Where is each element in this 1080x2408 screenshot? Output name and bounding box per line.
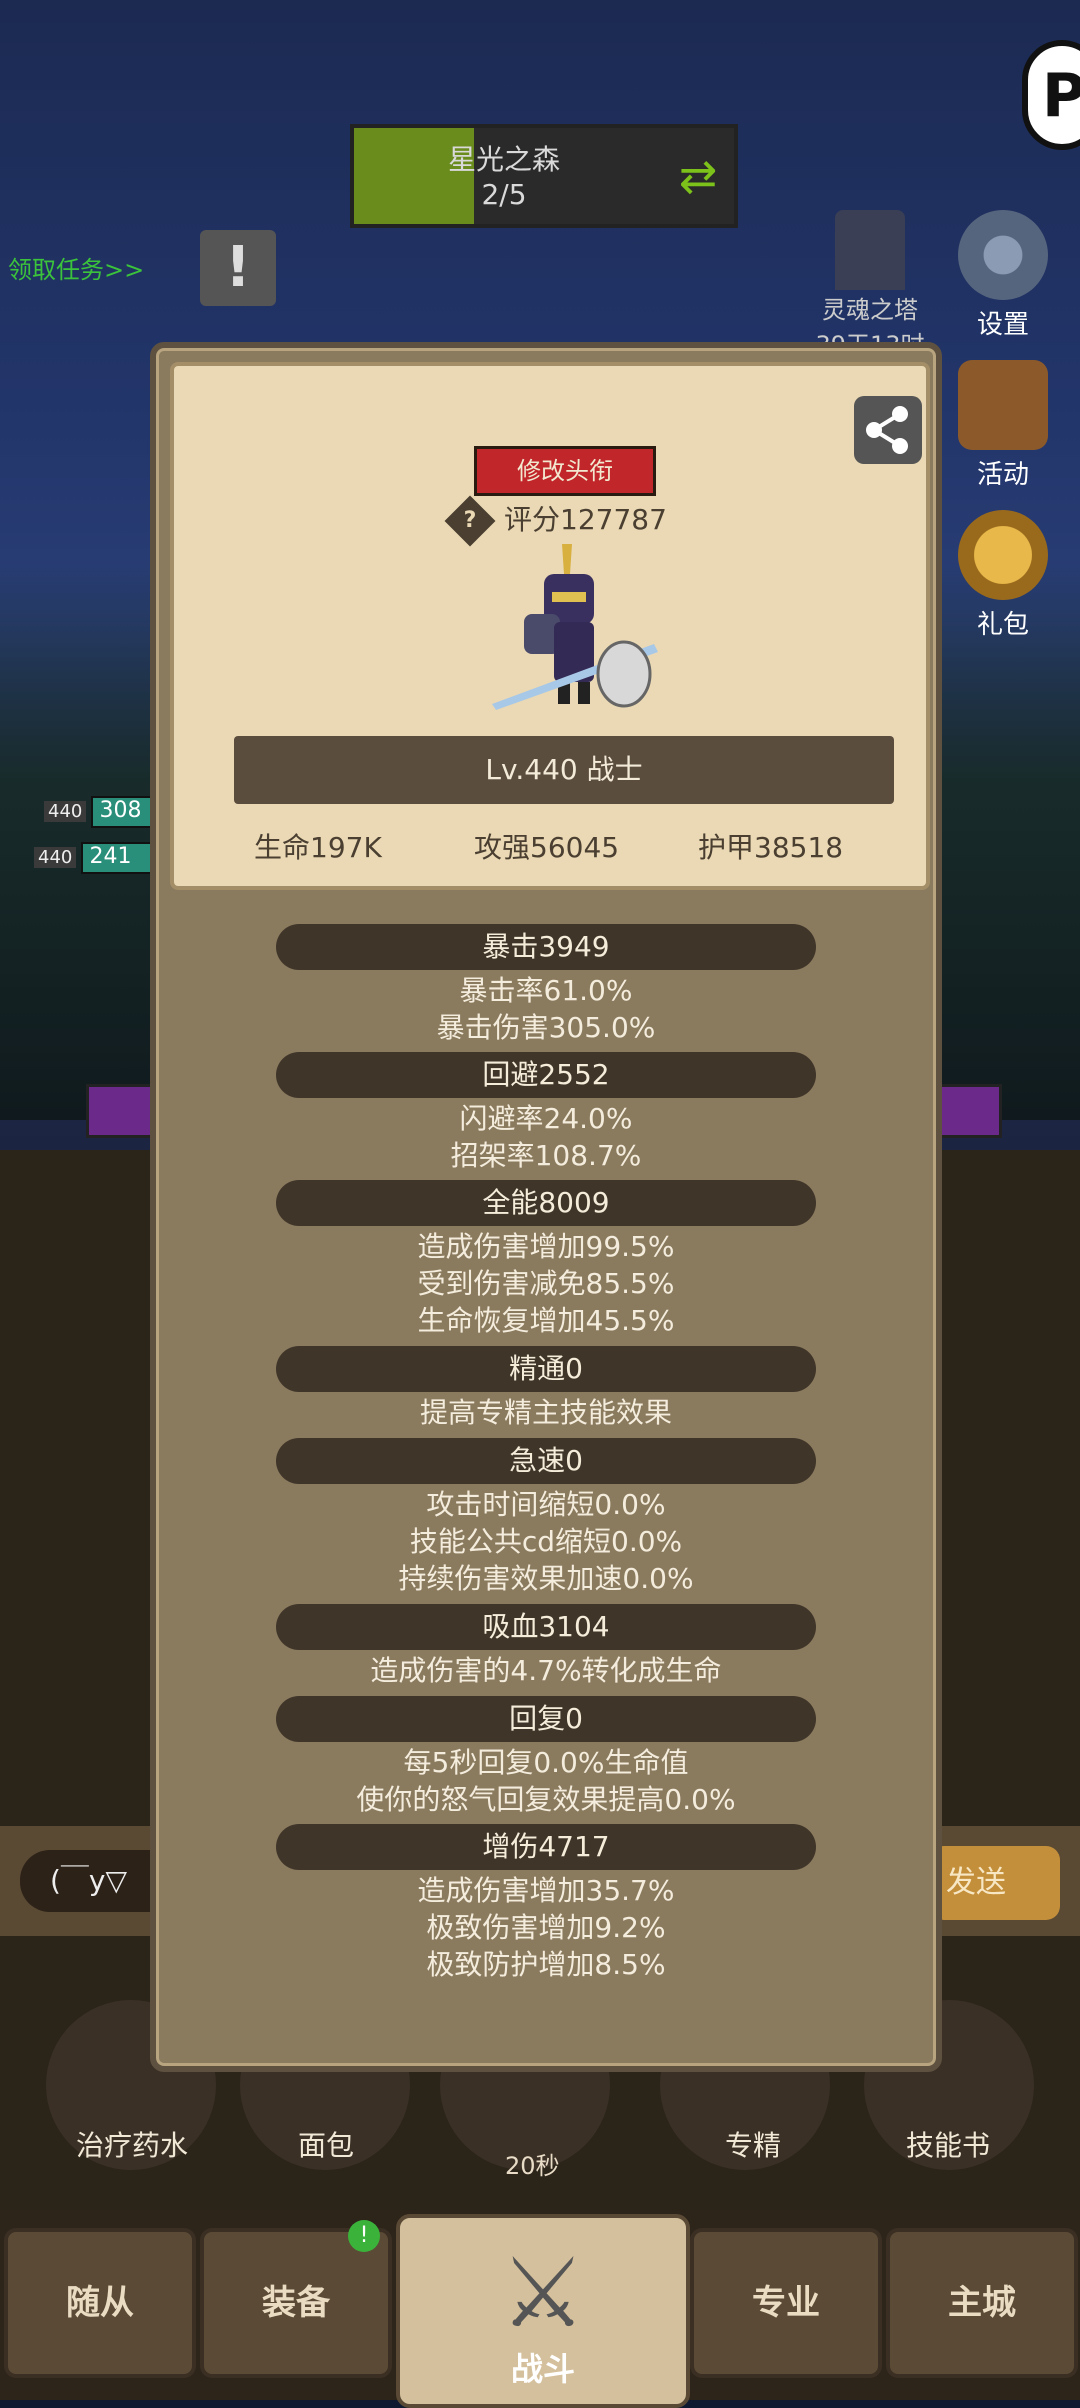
claim-quest-link[interactable]: 领取任务>> — [8, 250, 144, 285]
warrior-avatar — [492, 544, 658, 710]
stat-section-header: 全能8009 — [276, 1180, 816, 1226]
refresh-icon[interactable]: ⇄ — [672, 150, 724, 202]
activity-label: 活动 — [976, 460, 1029, 490]
potion-label: 治疗药水 — [75, 2129, 188, 2162]
stat-detail: 使你的怒气回复效果提高0.0% — [356, 1783, 736, 1816]
character-stats-popup: 修改头衔 ? 评分127787 Lv.440 战士 生命197K 攻强56045 … — [150, 342, 942, 2072]
stat-section-header: 回避2552 — [276, 1052, 816, 1098]
stat-section-header: 精通0 — [276, 1346, 816, 1392]
skillbook-label: 技能书 — [905, 2129, 990, 2162]
tower-name: 灵魂之塔 — [822, 296, 918, 324]
stat-detail: 造成伤害增加99.5% — [417, 1230, 675, 1263]
gear-icon — [958, 210, 1048, 300]
tab-main-city[interactable]: 主城 — [886, 2228, 1078, 2378]
tab-battle[interactable]: ⚔ 战斗 — [396, 2214, 690, 2408]
stage-progress-bar[interactable]: 星光之森 2/5 ⇄ — [350, 124, 738, 228]
stat-detail: 造成伤害增加35.7% — [417, 1874, 675, 1907]
party-level: 440 — [44, 800, 87, 822]
stage-progress-count: 2/5 — [481, 178, 527, 211]
stat-detail: 提高专精主技能效果 — [419, 1396, 672, 1429]
tab-followers[interactable]: 随从 — [4, 2228, 196, 2378]
gift-icon — [958, 510, 1048, 600]
activity-button[interactable]: 活动 — [948, 360, 1058, 491]
mastery-label: 专精 — [724, 2129, 781, 2162]
tab-battle-label: 战斗 — [510, 2350, 575, 2388]
gift-label: 礼包 — [976, 610, 1029, 640]
stat-section-header: 回复0 — [276, 1696, 816, 1742]
crossed-swords-icon: ⚔ — [499, 2237, 587, 2349]
stat-detail: 每5秒回复0.0%生命值 — [403, 1746, 689, 1779]
score-text: 评分127787 — [504, 503, 667, 536]
stat-detail: 持续伤害效果加速0.0% — [398, 1562, 694, 1595]
stat-detail: 招架率108.7% — [450, 1139, 642, 1172]
stat-detail: 造成伤害的4.7%转化成生命 — [370, 1654, 722, 1687]
stat-detail: 攻击时间缩短0.0% — [426, 1488, 666, 1521]
stat-detail: 闪避率24.0% — [459, 1102, 633, 1135]
stat-section-header: 吸血3104 — [276, 1604, 816, 1650]
attack-power-stat: 攻强56045 — [474, 831, 620, 864]
settings-button[interactable]: 设置 — [948, 210, 1058, 341]
share-button[interactable] — [854, 396, 922, 464]
settings-label: 设置 — [976, 310, 1029, 340]
stat-detail: 极致伤害增加9.2% — [426, 1911, 666, 1944]
tower-icon — [835, 210, 905, 290]
edit-title-button[interactable]: 修改头衔 — [474, 446, 656, 496]
stat-section-header: 增伤4717 — [276, 1824, 816, 1870]
scroll-icon — [958, 360, 1048, 450]
stat-detail: 技能公共cd缩短0.0% — [409, 1525, 683, 1558]
stage-name: 星光之森 — [447, 143, 560, 176]
exclamation-icon[interactable]: ! — [200, 230, 276, 306]
stat-detail: 生命恢复增加45.5% — [417, 1304, 675, 1337]
party-level: 440 — [34, 846, 77, 868]
stat-section-header: 急速0 — [276, 1438, 816, 1484]
stat-section-header: 暴击3949 — [276, 924, 816, 970]
armor-stat: 护甲38518 — [698, 831, 844, 864]
send-button[interactable]: 发送 — [930, 1846, 1060, 1920]
soul-tower[interactable]: 灵魂之塔 39天13时 — [800, 210, 940, 360]
stat-detail: 暴击率61.0% — [459, 974, 633, 1007]
share-icon — [866, 406, 908, 454]
stat-detail: 受到伤害减免85.5% — [417, 1267, 675, 1300]
level-class-bar: Lv.440 战士 — [234, 736, 894, 804]
tab-profession[interactable]: 专业 — [690, 2228, 882, 2378]
cooldown-timer: 20秒 — [505, 2152, 560, 2180]
score-row: ? 评分127787 — [444, 495, 667, 547]
stat-detail: 极致防护增加8.5% — [426, 1948, 666, 1981]
bread-label: 面包 — [297, 2129, 354, 2162]
character-header-panel: 修改头衔 ? 评分127787 Lv.440 战士 生命197K 攻强56045 … — [170, 362, 930, 890]
gift-pack-button[interactable]: 礼包 — [948, 510, 1058, 641]
hp-stat: 生命197K — [254, 831, 382, 864]
notification-badge: ! — [348, 2220, 380, 2252]
stat-detail: 暴击伤害305.0% — [436, 1011, 656, 1044]
profile-avatar-button[interactable]: P — [1022, 40, 1080, 150]
